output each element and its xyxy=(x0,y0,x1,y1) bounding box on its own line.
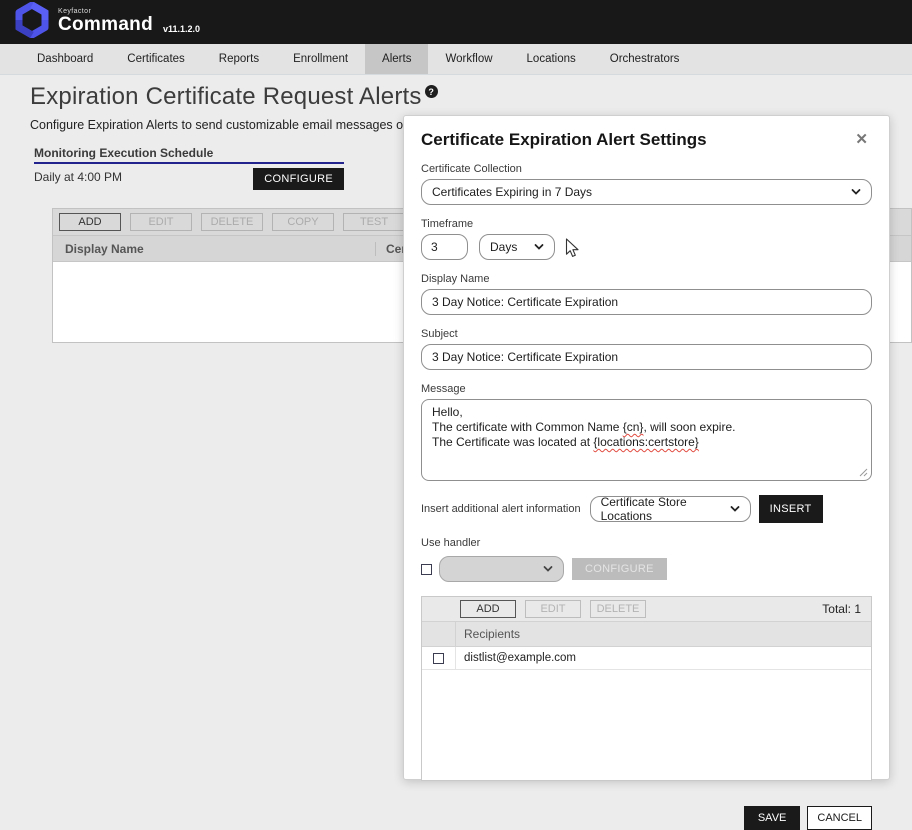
insert-info-select[interactable]: Certificate Store Locations xyxy=(590,496,751,522)
nav-item-orchestrators[interactable]: Orchestrators xyxy=(593,44,697,74)
insert-info-value: Certificate Store Locations xyxy=(601,495,722,523)
monitoring-schedule-value: Daily at 4:00 PM xyxy=(34,170,122,184)
alerts-add-button[interactable]: ADD xyxy=(59,213,121,231)
recipients-toolbar: ADD EDIT DELETE Total: 1 xyxy=(422,597,871,622)
timeframe-value-input[interactable] xyxy=(421,234,468,260)
nav-item-dashboard[interactable]: Dashboard xyxy=(20,44,110,74)
alerts-edit-button[interactable]: EDIT xyxy=(130,213,192,231)
chevron-down-icon xyxy=(543,564,553,574)
help-icon[interactable]: ? xyxy=(425,85,438,98)
display-name-label: Display Name xyxy=(421,273,872,285)
alerts-test-button[interactable]: TEST xyxy=(343,213,405,231)
nav-item-locations[interactable]: Locations xyxy=(510,44,593,74)
certificate-collection-select[interactable]: Certificates Expiring in 7 Days xyxy=(421,179,872,205)
template-token-cn: {cn} xyxy=(623,420,644,434)
timeframe-unit-select[interactable]: Days xyxy=(479,234,555,260)
nav-item-alerts[interactable]: Alerts xyxy=(365,44,428,74)
recipients-column-label: Recipients xyxy=(456,627,520,641)
template-token-certstore: {locations:certstore} xyxy=(593,435,698,449)
alerts-delete-button[interactable]: DELETE xyxy=(201,213,263,231)
app-version: v11.1.2.0 xyxy=(163,24,200,34)
message-label: Message xyxy=(421,383,872,395)
chevron-down-icon xyxy=(851,187,861,197)
cancel-button[interactable]: CANCEL xyxy=(807,806,872,830)
certificate-collection-label: Certificate Collection xyxy=(421,163,872,175)
configure-schedule-button[interactable]: CONFIGURE xyxy=(253,168,344,190)
keyfactor-logo-icon xyxy=(14,2,50,43)
recipients-table-empty-area xyxy=(422,670,871,780)
recipient-row-checkbox[interactable] xyxy=(433,653,444,664)
page-title: Expiration Certificate Request Alerts xyxy=(30,83,422,111)
monitoring-schedule-heading: Monitoring Execution Schedule xyxy=(34,146,344,164)
recipients-table-header: Recipients xyxy=(422,622,871,647)
app-header: Keyfactor Command v11.1.2.0 xyxy=(0,0,912,44)
recipient-email: distlist@example.com xyxy=(456,652,576,664)
checkbox-column-header xyxy=(422,622,456,646)
certificate-expiration-alert-settings-dialog: Certificate Expiration Alert Settings ✕ … xyxy=(403,115,890,780)
recipients-total-count: Total: 1 xyxy=(822,602,861,616)
alerts-copy-button[interactable]: COPY xyxy=(272,213,334,231)
configure-handler-button[interactable]: CONFIGURE xyxy=(572,558,667,580)
recipient-delete-button[interactable]: DELETE xyxy=(590,600,646,618)
nav-item-reports[interactable]: Reports xyxy=(202,44,276,74)
display-name-input[interactable] xyxy=(421,289,872,315)
save-button[interactable]: SAVE xyxy=(744,806,801,830)
brand-name-large: Command xyxy=(58,15,153,34)
handler-select-disabled[interactable] xyxy=(439,556,564,582)
nav-item-enrollment[interactable]: Enrollment xyxy=(276,44,365,74)
resize-handle-icon[interactable] xyxy=(859,468,868,477)
recipients-table: ADD EDIT DELETE Total: 1 Recipients dist… xyxy=(421,596,872,781)
recipient-row[interactable]: distlist@example.com xyxy=(422,647,871,670)
certificate-collection-value: Certificates Expiring in 7 Days xyxy=(432,185,592,199)
column-display-name: Display Name xyxy=(53,242,375,256)
timeframe-label: Timeframe xyxy=(421,218,872,230)
insert-additional-info-label: Insert additional alert information xyxy=(421,503,581,515)
subject-label: Subject xyxy=(421,328,872,340)
close-icon[interactable]: ✕ xyxy=(851,130,872,149)
message-textarea[interactable]: Hello, The certificate with Common Name … xyxy=(421,399,872,481)
monitoring-execution-schedule-section: Monitoring Execution Schedule Daily at 4… xyxy=(34,146,344,190)
dialog-title: Certificate Expiration Alert Settings xyxy=(421,130,707,150)
recipient-add-button[interactable]: ADD xyxy=(460,600,516,618)
nav-item-workflow[interactable]: Workflow xyxy=(428,44,509,74)
use-handler-checkbox[interactable] xyxy=(421,564,432,575)
chevron-down-icon xyxy=(730,504,740,514)
timeframe-unit-value: Days xyxy=(490,240,517,254)
main-nav: Dashboard Certificates Reports Enrollmen… xyxy=(0,44,912,75)
recipient-edit-button[interactable]: EDIT xyxy=(525,600,581,618)
chevron-down-icon xyxy=(534,242,544,252)
nav-item-certificates[interactable]: Certificates xyxy=(110,44,202,74)
mouse-cursor-icon xyxy=(565,238,581,265)
subject-input[interactable] xyxy=(421,344,872,370)
use-handler-label: Use handler xyxy=(421,537,872,549)
insert-button[interactable]: INSERT xyxy=(759,495,823,523)
